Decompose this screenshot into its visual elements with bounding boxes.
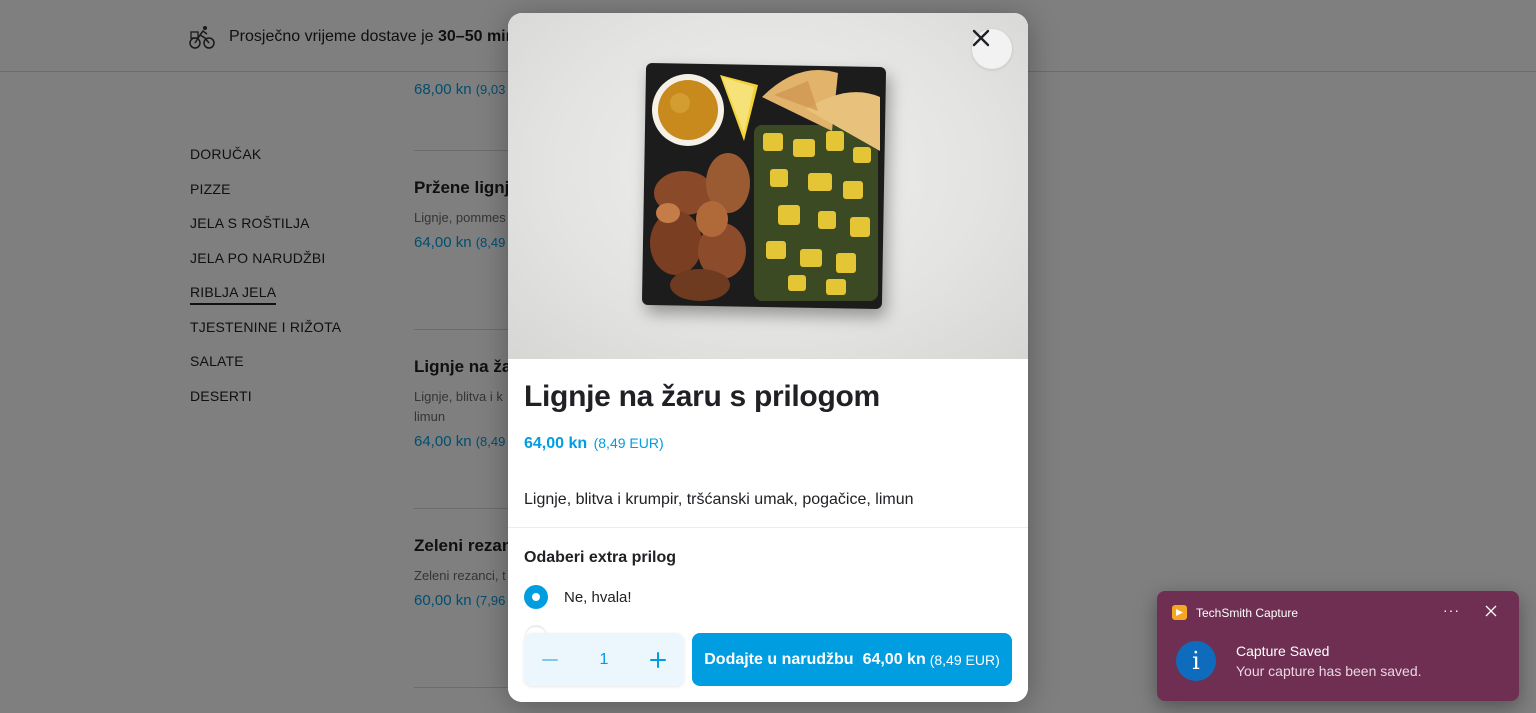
decrease-quantity-button[interactable]	[534, 644, 566, 676]
quantity-value: 1	[599, 650, 609, 668]
toast-message: Your capture has been saved.	[1236, 663, 1422, 679]
dish-illustration	[642, 63, 886, 309]
extra-option-no-thanks[interactable]: Ne, hvala!	[524, 585, 632, 609]
quantity-stepper: 1	[524, 633, 684, 686]
extra-option-title: Odaberi extra prilog	[524, 549, 677, 566]
more-options-icon[interactable]: ···	[1443, 602, 1460, 618]
close-icon	[972, 29, 990, 47]
toast-app: TechSmith Capture	[1172, 605, 1298, 620]
radio-selected-icon[interactable]	[524, 585, 548, 609]
techsmith-logo-icon	[1172, 605, 1187, 620]
toast-close-button[interactable]	[1485, 604, 1497, 622]
close-icon	[1485, 605, 1497, 617]
modal-footer: 1 Dodajte u narudžbu 64,00 kn (8,49 EUR)	[508, 625, 1028, 702]
add-to-order-price: 64,00 kn	[862, 650, 926, 668]
add-to-order-button[interactable]: Dodajte u narudžbu 64,00 kn (8,49 EUR)	[692, 633, 1012, 686]
plus-icon	[650, 651, 666, 668]
add-to-order-price-eur: (8,49 EUR)	[929, 651, 1000, 668]
minus-icon	[542, 658, 558, 661]
toast-title: Capture Saved	[1236, 643, 1330, 659]
dish-image	[508, 13, 1028, 359]
modal-price-eur: (8,49 EUR)	[593, 435, 664, 451]
modal-divider	[508, 527, 1028, 528]
capture-toast[interactable]: TechSmith Capture ··· i Capture Saved Yo…	[1157, 591, 1519, 701]
extra-option-label: Ne, hvala!	[564, 588, 632, 606]
info-icon: i	[1176, 641, 1216, 681]
add-to-order-label: Dodajte u narudžbu	[704, 650, 854, 668]
increase-quantity-button[interactable]	[642, 644, 674, 676]
modal-price: 64,00 kn (8,49 EUR)	[524, 435, 664, 452]
toast-app-name: TechSmith Capture	[1196, 605, 1299, 620]
item-modal: Lignje na žaru s prilogom 64,00 kn (8,49…	[508, 13, 1028, 702]
close-modal-button[interactable]	[972, 29, 1012, 69]
modal-title: Lignje na žaru s prilogom	[524, 380, 880, 413]
modal-description: Lignje, blitva i krumpir, tršćanski umak…	[524, 491, 914, 508]
